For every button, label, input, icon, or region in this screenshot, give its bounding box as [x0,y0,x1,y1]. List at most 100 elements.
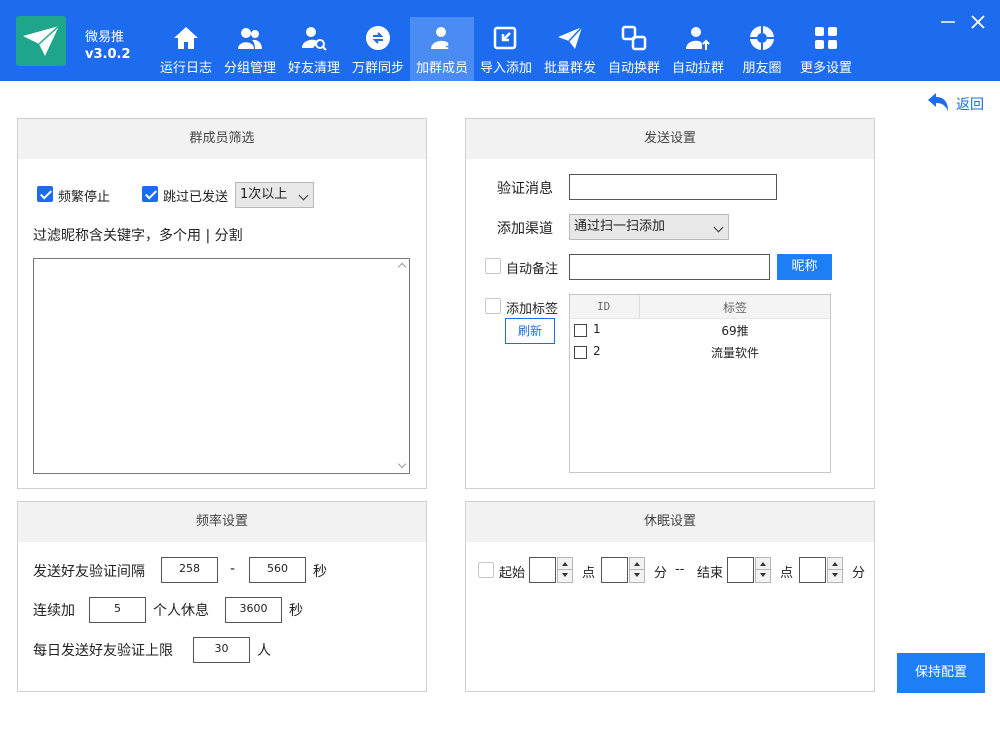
time-separator: -- [675,562,685,577]
table-row[interactable]: 1 69推 [570,320,830,342]
user-search-icon [302,27,327,51]
nav-more-settings[interactable]: 更多设置 [794,17,858,81]
nav-label: 自动拉群 [671,61,724,76]
back-label: 返回 [956,97,984,113]
add-tag-checkbox[interactable] [485,298,501,314]
seconds-unit: 秒 [313,564,327,580]
home-icon [174,27,198,49]
import-icon [493,26,517,50]
interval-max-input[interactable]: 560 [249,557,306,583]
camera-aperture-icon [750,26,774,50]
channel-select[interactable]: 通过扫一扫添加 [569,214,729,240]
rest-input[interactable]: 3600 [225,597,282,623]
send-settings-panel: 发送设置 验证消息 添加渠道 通过扫一扫添加 自动备注 昵称 添加标签 刷新 I… [465,118,875,489]
add-tag-label: 添加标签 [506,302,559,317]
nav-friend-clean[interactable]: 好友清理 [282,17,346,81]
minimize-button[interactable] [938,12,958,32]
auto-remark-input[interactable] [569,254,770,280]
nav-label: 导入添加 [479,61,532,76]
nav-run-log[interactable]: 运行日志 [154,17,218,81]
minimize-icon [941,21,955,23]
table-row[interactable]: 2 流量软件 [570,342,830,364]
nav-moments[interactable]: 朋友圈 [730,17,794,81]
sleep-enable-checkbox[interactable] [478,562,494,578]
app-version: v3.0.2 [85,47,131,62]
tag-table: ID 标签 1 69推 2 流量软件 [569,294,831,473]
channel-label: 添加渠道 [497,221,553,237]
end-minute-stepper[interactable] [799,557,843,583]
close-icon [971,15,985,29]
skip-sent-label: 跳过已发送 [163,190,229,205]
nav-label: 自动换群 [607,61,660,76]
daily-limit-label: 每日发送好友验证上限 [33,643,173,659]
send-icon [558,26,583,49]
nickname-button[interactable]: 昵称 [777,254,832,280]
nav-label: 运行日志 [159,61,212,76]
nav-import-add[interactable]: 导入添加 [474,17,538,81]
skip-sent-select[interactable]: 1次以上 [235,182,314,208]
nav-label: 万群同步 [351,61,404,76]
interval-min-input[interactable]: 258 [161,557,218,583]
member-filter-panel: 群成员筛选 频繁停止 跳过已发送 1次以上 过滤昵称含关键字，多个用 | 分割 [17,118,427,489]
interval-label: 发送好友验证间隔 [33,564,145,580]
rest-seconds-unit: 秒 [289,603,303,619]
tag-id: 2 [593,344,601,358]
hour-unit: 点 [582,566,596,581]
end-hour-stepper[interactable] [727,557,771,583]
title-bar: 微易推 v3.0.2 运行日志 分组管理 好友清理 万群同步 加群成员 导入添加… [0,0,1000,81]
skip-sent-value: 1次以上 [240,187,288,202]
panel-title: 发送设置 [466,119,874,159]
chevron-down-icon [713,222,724,233]
app-name: 微易推 [85,30,125,45]
start-minute-stepper[interactable] [601,557,645,583]
daily-limit-input[interactable]: 30 [193,637,250,663]
verify-message-input[interactable] [569,174,777,200]
nav-label: 朋友圈 [742,61,782,76]
range-dash: - [230,561,236,577]
continuous-label: 连续加 [33,603,75,619]
tag-name: 69推 [721,324,749,338]
scroll-up-icon[interactable] [397,262,407,272]
start-hour-stepper[interactable] [529,557,573,583]
close-button[interactable] [968,12,988,32]
tag-table-header: ID 标签 [570,295,830,319]
column-header-id: ID [597,300,611,313]
chevron-down-icon [298,190,309,201]
channel-value: 通过扫一扫添加 [574,219,666,234]
end-label: 结束 [697,566,724,581]
nav-label: 加群成员 [415,61,468,76]
group-icon [238,28,262,49]
nav-label: 更多设置 [799,61,852,76]
freq-stop-label: 频繁停止 [58,190,111,205]
keyword-textarea[interactable] [33,258,410,474]
refresh-button[interactable]: 刷新 [505,318,555,344]
back-button[interactable]: 返回 [926,91,990,115]
nav-auto-pull-group[interactable]: 自动拉群 [666,17,730,81]
sync-icon [366,26,390,50]
nav-batch-send[interactable]: 批量群发 [538,17,602,81]
freq-stop-checkbox[interactable] [37,186,53,202]
scroll-down-icon[interactable] [397,459,407,469]
continuous-input[interactable]: 5 [89,597,146,623]
nav-label: 好友清理 [287,61,340,76]
row-checkbox[interactable] [574,324,587,337]
nav-add-group-members[interactable]: 加群成员 [410,17,474,81]
end-hour-unit: 点 [780,566,794,581]
row-checkbox[interactable] [574,346,587,359]
end-minute-unit: 分 [852,566,866,581]
save-config-button[interactable]: 保持配置 [897,653,985,693]
column-header-tag: 标签 [722,301,747,315]
grid-icon [815,27,837,49]
start-label: 起始 [499,566,526,581]
auto-remark-checkbox[interactable] [485,258,501,274]
tag-name: 流量软件 [710,346,759,360]
nav-group-manage[interactable]: 分组管理 [218,17,282,81]
pull-user-icon [686,27,710,50]
person-unit: 人 [257,643,271,659]
auto-remark-label: 自动备注 [506,262,559,277]
app-logo [16,16,66,66]
nav-group-sync[interactable]: 万群同步 [346,17,410,81]
switch-icon [621,25,647,51]
skip-sent-checkbox[interactable] [142,186,158,202]
nav-auto-switch-group[interactable]: 自动换群 [602,17,666,81]
